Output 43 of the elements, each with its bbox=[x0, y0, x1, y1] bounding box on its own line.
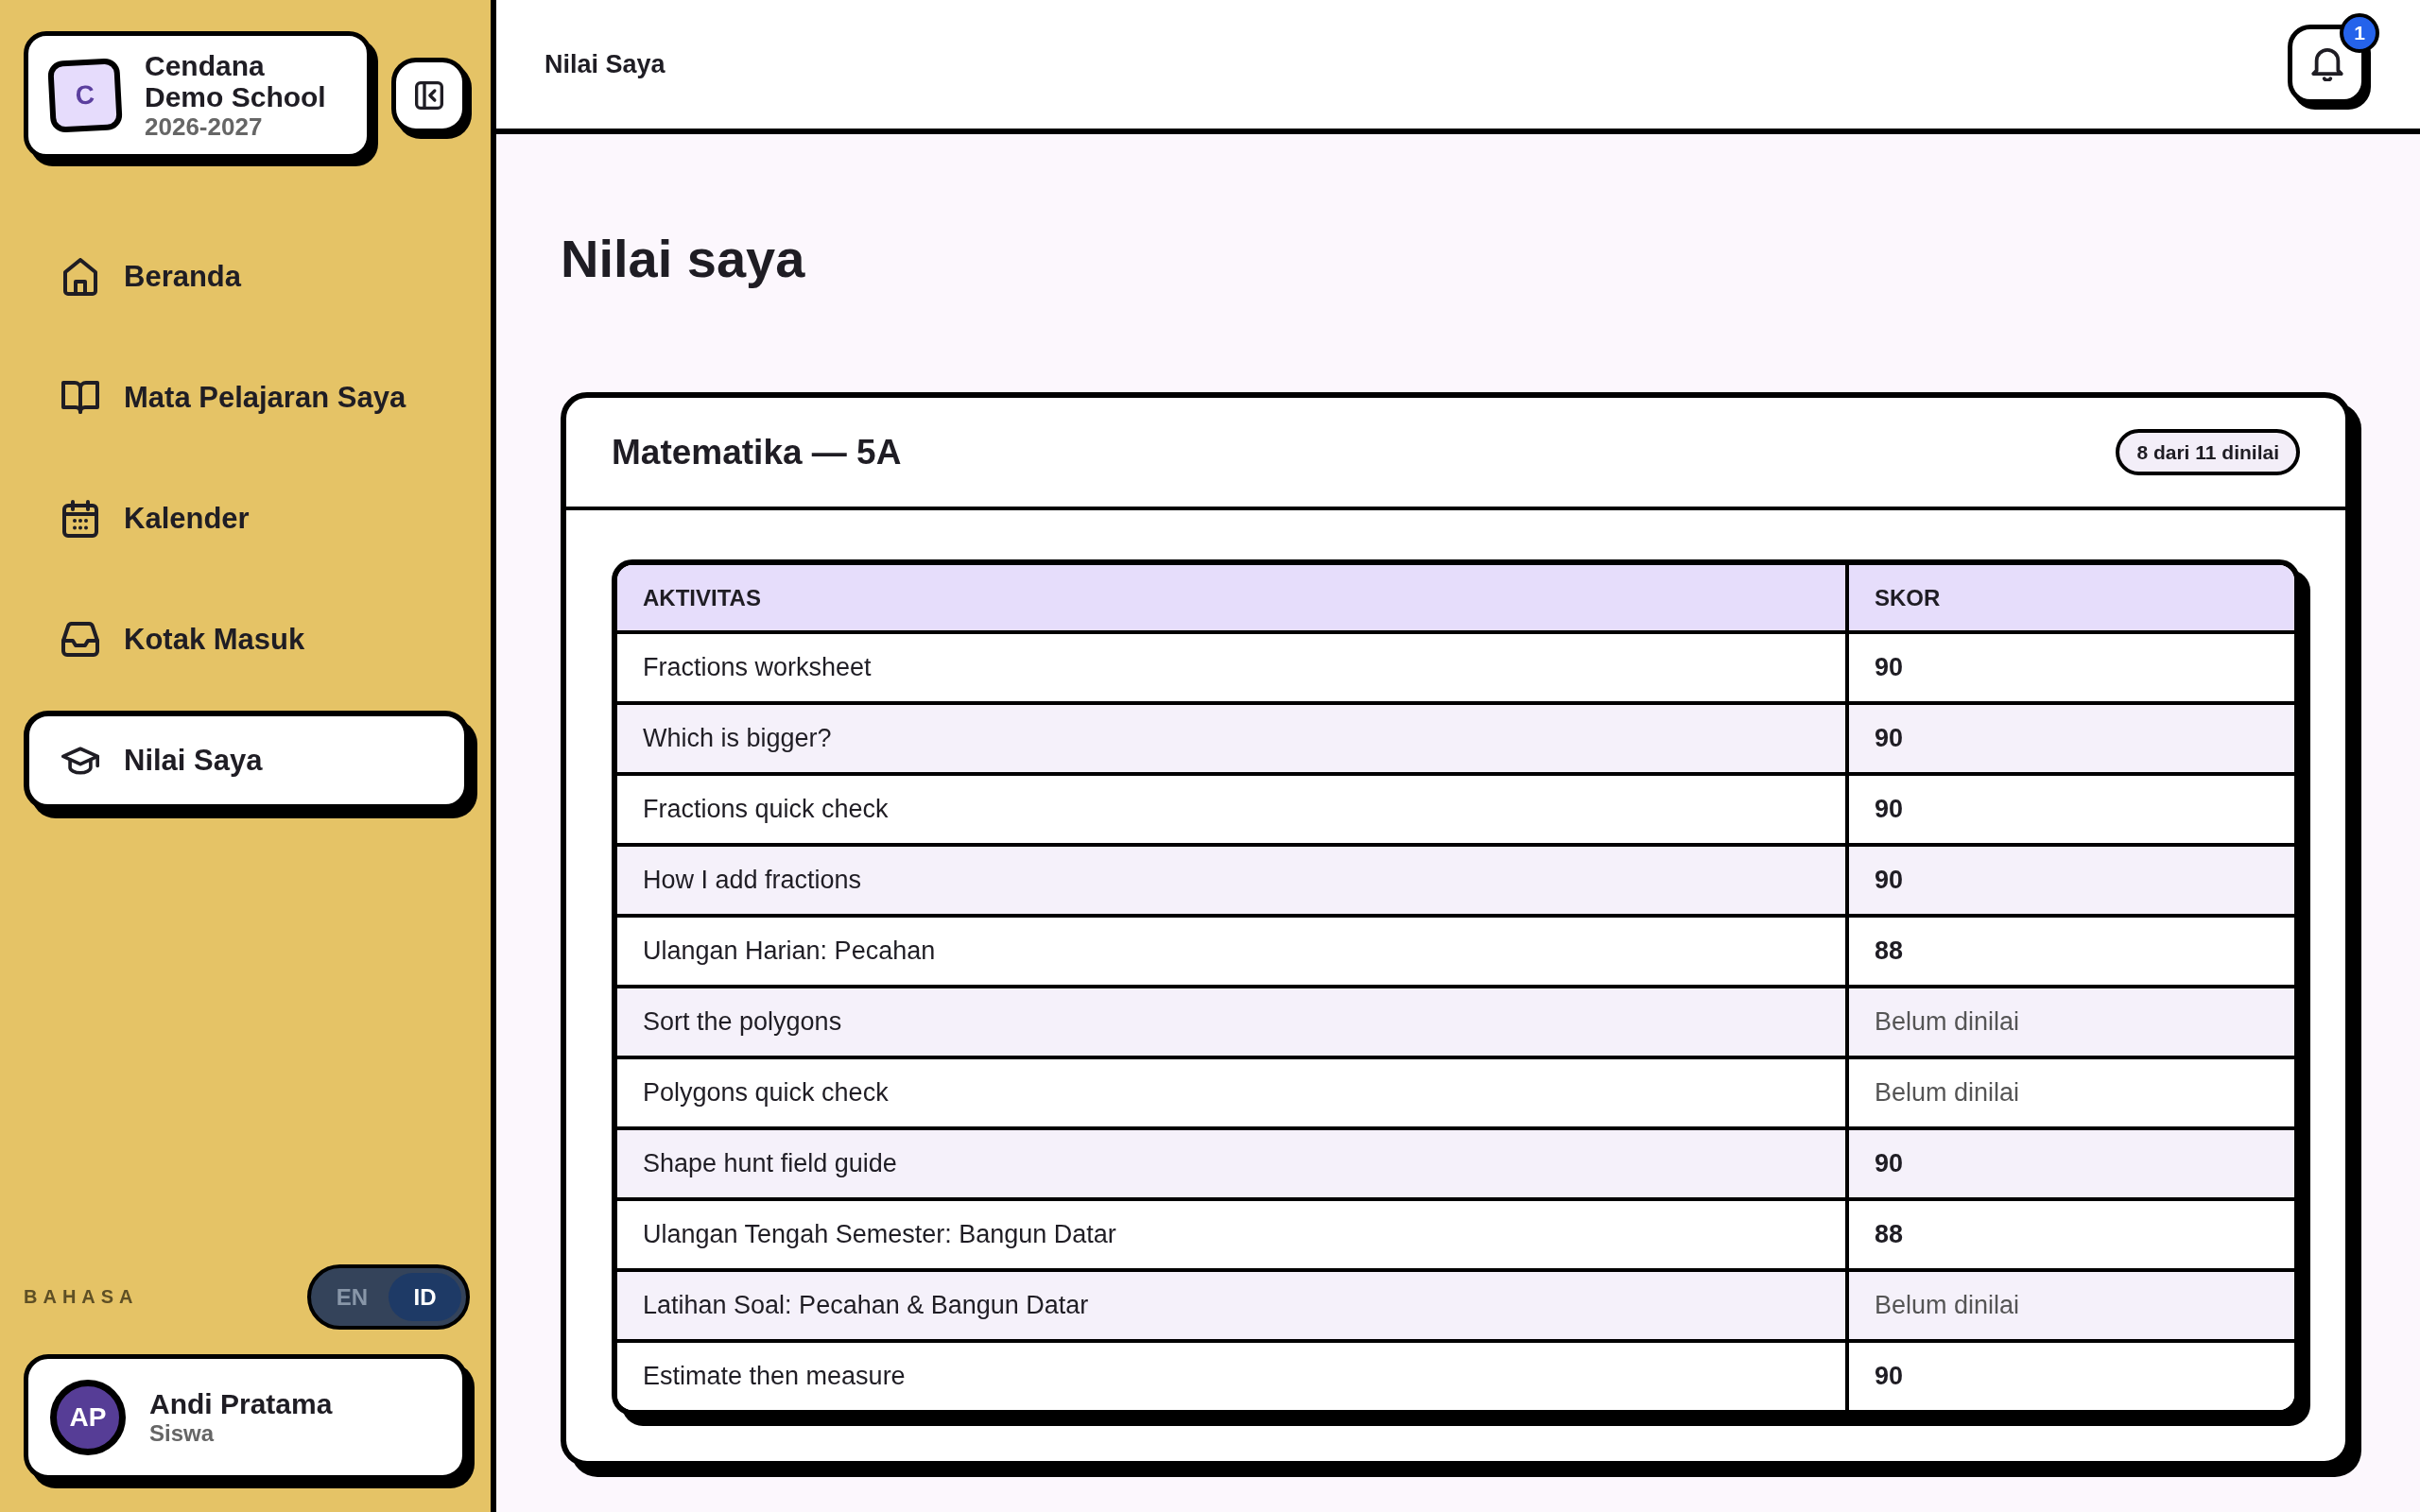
language-option[interactable]: ID bbox=[389, 1273, 461, 1321]
school-year: 2026-2027 bbox=[145, 112, 264, 141]
card-title: Matematika — 5A bbox=[612, 432, 902, 472]
nav-item[interactable]: Mata Pelajaran Saya bbox=[24, 348, 470, 447]
column-header: AKTIVITAS bbox=[617, 565, 1845, 630]
topbar-title: Nilai Saya bbox=[544, 49, 666, 79]
table-cell: 90 bbox=[1845, 843, 2294, 914]
school-name: Cendana Demo School bbox=[145, 49, 327, 112]
calendar-icon bbox=[61, 499, 99, 538]
user-role: Siswa bbox=[149, 1419, 216, 1447]
inbox-icon bbox=[61, 620, 99, 659]
language-toggle[interactable]: EN ID bbox=[307, 1264, 470, 1330]
language-label: BAHASA bbox=[24, 1286, 139, 1308]
panel-collapse-icon bbox=[415, 80, 443, 110]
home-icon bbox=[61, 257, 99, 296]
table-cell: Belum dinilai bbox=[1845, 1056, 2294, 1126]
column-header: SKOR bbox=[1845, 565, 2294, 630]
table-cell: 88 bbox=[1845, 1197, 2294, 1268]
user-name: Andi Pratama bbox=[149, 1387, 333, 1420]
graded-count-badge: 8 dari 11 dinilai bbox=[2116, 429, 2300, 475]
table-cell: 90 bbox=[1845, 1339, 2294, 1410]
nav-item[interactable]: Kalender bbox=[24, 469, 470, 568]
table-cell: 90 bbox=[1845, 701, 2294, 772]
user-avatar: AP bbox=[50, 1379, 126, 1455]
table-cell: How I add fractions bbox=[617, 843, 1845, 914]
table-cell: Belum dinilai bbox=[1845, 985, 2294, 1056]
table-cell: Estimate then measure bbox=[617, 1339, 1845, 1410]
bell-icon bbox=[2309, 47, 2344, 81]
notification-badge: 1 bbox=[2340, 13, 2379, 53]
nav-item[interactable]: Beranda bbox=[24, 227, 470, 326]
table-cell: Shape hunt field guide bbox=[617, 1126, 1845, 1197]
table-cell: 90 bbox=[1845, 1126, 2294, 1197]
page-title: Nilai saya bbox=[561, 228, 806, 290]
table-cell: Latihan Soal: Pecahan & Bangun Datar bbox=[617, 1268, 1845, 1339]
school-logo: C bbox=[47, 57, 123, 133]
table-cell: Belum dinilai bbox=[1845, 1268, 2294, 1339]
table-cell: Which is bigger? bbox=[617, 701, 1845, 772]
table-cell: Sort the polygons bbox=[617, 985, 1845, 1056]
table-cell: 90 bbox=[1845, 630, 2294, 701]
table-cell: 88 bbox=[1845, 914, 2294, 985]
table-cell: 90 bbox=[1845, 772, 2294, 843]
nav-item[interactable]: Kotak Masuk bbox=[24, 590, 470, 689]
book-icon bbox=[61, 378, 99, 417]
